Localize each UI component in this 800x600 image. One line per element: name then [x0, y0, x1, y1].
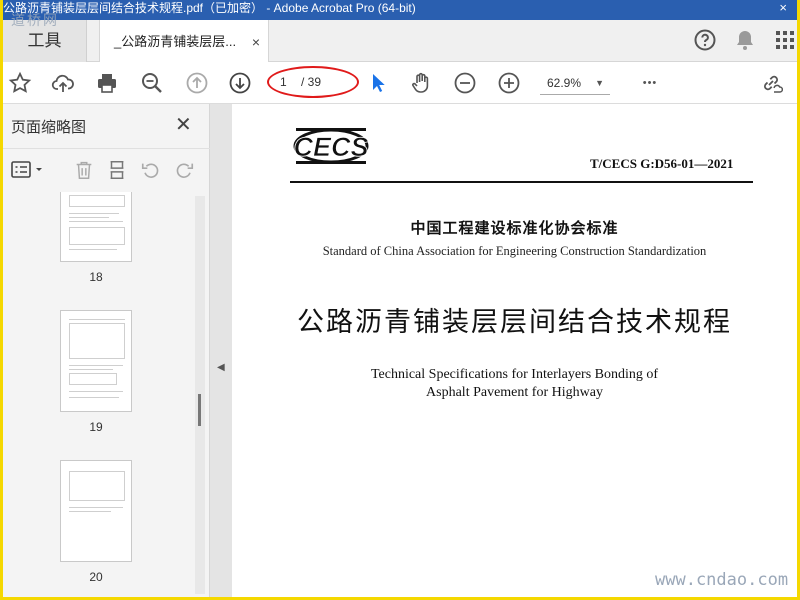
zoom-plus-icon — [498, 72, 520, 94]
zoom-out-button[interactable] — [452, 70, 478, 96]
select-cursor-icon — [373, 74, 385, 92]
zoom-level-select[interactable]: 62.9% ▼ — [540, 71, 610, 95]
page-thumbnail[interactable] — [60, 310, 132, 412]
tab-close-icon[interactable]: × — [252, 20, 260, 64]
collapse-left-icon: ◀ — [217, 362, 225, 373]
window-close-icon[interactable]: × — [779, 0, 787, 16]
upload-cloud-icon — [51, 74, 74, 92]
watermark-top: 道桥网 — [11, 13, 59, 29]
previous-page-button[interactable] — [184, 70, 210, 96]
extract-page-button[interactable] — [105, 159, 129, 181]
document-title-en-line1: Technical Specifications for Interlayers… — [370, 367, 659, 382]
notification-bell-icon[interactable] — [733, 28, 757, 52]
hand-tool-button[interactable] — [408, 70, 434, 96]
thumbnail-page-number: 20 — [89, 570, 103, 584]
page-up-icon — [186, 72, 208, 94]
tab-document-label: _公路沥青铺装层层... — [114, 34, 237, 49]
page-number-field[interactable]: 1 / 39 — [267, 66, 359, 98]
rotate-right-button[interactable] — [172, 159, 196, 181]
watermark-bottom: www.cndao.com — [655, 570, 789, 590]
extract-pages-icon — [110, 161, 124, 179]
apps-grid-icon[interactable] — [773, 28, 797, 52]
thumbnail-options-button[interactable] — [11, 159, 45, 181]
zoom-out-search-icon — [142, 73, 162, 93]
thumbnail-list: 18 19 20 — [3, 192, 195, 597]
thumbnail-toolbar — [3, 148, 210, 188]
next-page-button[interactable] — [227, 70, 253, 96]
document-title-cn: 公路沥青铺装层层间结合技术规程 — [297, 307, 732, 337]
app-window: 公路沥青铺装层层间结合技术规程.pdf（已加密） - Adobe Acrobat… — [3, 0, 797, 597]
organization-name-en: Standard of China Association for Engine… — [322, 244, 707, 258]
rotate-cw-icon — [176, 163, 194, 178]
delete-page-button[interactable] — [72, 159, 96, 181]
zoom-search-button[interactable] — [139, 70, 165, 96]
page-thumbnails-panel: 页面缩略图 ✕ 18 19 20 — [3, 104, 210, 597]
select-tool-button[interactable] — [365, 70, 391, 96]
scrollbar-thumb[interactable] — [198, 394, 201, 426]
document-title-en-line2: Asphalt Pavement for Highway — [426, 385, 603, 400]
document-page: CECS T/CECS G:D56-01—2021 中国工程建设标准化协会标准 … — [232, 104, 797, 597]
main-toolbar: 1 / 39 62.9% ▼ ••• — [3, 62, 797, 104]
window-title: 公路沥青铺装层层间结合技术规程.pdf（已加密） - Adobe Acrobat… — [3, 1, 416, 15]
header-rule — [290, 181, 753, 183]
tab-document[interactable]: _公路沥青铺装层层... × — [99, 20, 269, 62]
panel-title: 页面缩略图 — [11, 119, 87, 136]
thumbnail-page-number: 19 — [89, 420, 103, 434]
help-icon[interactable] — [693, 28, 717, 52]
red-annotation-ellipse — [267, 66, 359, 98]
thumbnail-page-number: 18 — [89, 270, 103, 284]
trash-icon — [76, 161, 92, 179]
zoom-level-value: 62.9% — [547, 76, 582, 90]
thumbnail-scrollbar[interactable] — [195, 196, 205, 594]
organization-name-cn: 中国工程建设标准化协会标准 — [410, 220, 619, 237]
upload-button[interactable] — [50, 70, 76, 96]
panel-close-icon[interactable]: ✕ — [175, 112, 192, 137]
rotate-left-button[interactable] — [139, 159, 163, 181]
panel-collapse-handle[interactable]: ◀ — [210, 104, 232, 597]
page-thumbnail[interactable] — [60, 460, 132, 562]
title-bar: 公路沥青铺装层层间结合技术规程.pdf（已加密） - Adobe Acrobat… — [3, 0, 797, 20]
hand-icon — [412, 72, 429, 93]
print-icon — [98, 74, 116, 93]
standard-code: T/CECS G:D56-01—2021 — [590, 156, 734, 171]
zoom-in-button[interactable] — [496, 70, 522, 96]
page-thumbnail[interactable] — [60, 192, 132, 262]
options-menu-icon — [11, 161, 42, 178]
cecs-logo: CECS — [293, 128, 369, 164]
bookmark-star-button[interactable] — [7, 70, 33, 96]
page-down-icon — [229, 72, 251, 94]
share-link-button[interactable] — [758, 70, 784, 96]
share-link-icon — [764, 75, 783, 93]
chevron-down-icon: ▼ — [595, 78, 604, 88]
more-icon[interactable]: ••• — [633, 70, 667, 96]
logo-text: CECS — [293, 132, 368, 162]
star-icon — [8, 71, 32, 93]
tab-bar: 工具 _公路沥青铺装层层... × — [3, 20, 797, 62]
zoom-minus-icon — [454, 72, 476, 94]
rotate-ccw-icon — [141, 163, 159, 178]
print-button[interactable] — [94, 70, 120, 96]
